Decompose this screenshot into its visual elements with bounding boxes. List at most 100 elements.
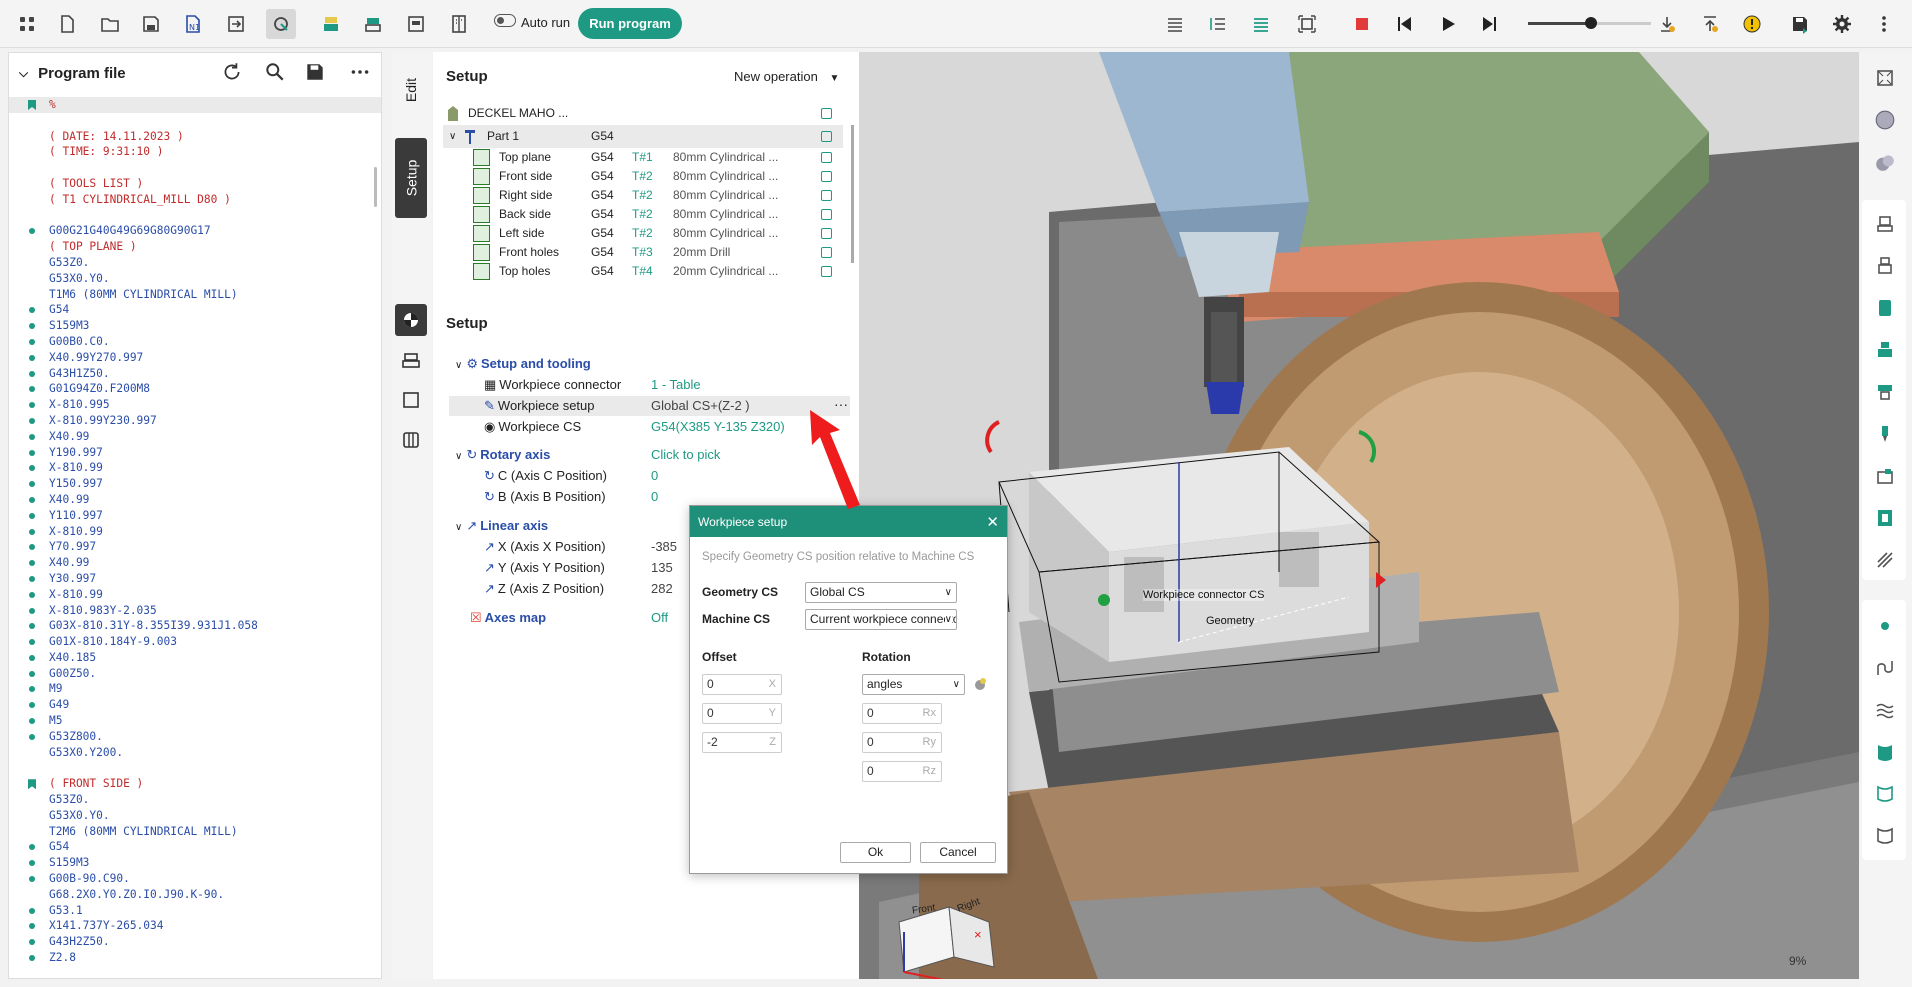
code-line[interactable]: G49 <box>9 697 381 713</box>
part-view-icon[interactable] <box>1869 334 1901 366</box>
rotation-mode-select[interactable]: angles ∨ <box>862 674 965 695</box>
code-line[interactable]: T1M6 (80MM CYLINDRICAL MILL) <box>9 287 381 303</box>
operation-row[interactable]: Left side G54 T#2 80mm Cylindrical ... <box>443 224 843 243</box>
z-axis-row[interactable]: ↗ Z (Axis Z Position) <box>484 579 604 599</box>
search-icon[interactable] <box>264 61 288 85</box>
code-line[interactable]: Y110.997 <box>9 508 381 524</box>
c-axis-row[interactable]: ↻ C (Axis C Position) <box>484 466 607 486</box>
code-line[interactable]: X-810.99 <box>9 524 381 540</box>
operation-visibility-checkbox[interactable] <box>821 266 832 277</box>
tool-view-icon[interactable] <box>1869 418 1901 450</box>
import-icon[interactable] <box>221 9 251 39</box>
operations-scrollbar[interactable] <box>851 125 854 263</box>
play-icon[interactable] <box>1433 9 1463 39</box>
code-line[interactable]: ( FRONT SIDE ) <box>9 776 381 792</box>
code-line[interactable]: G00B-90.C90. <box>9 871 381 887</box>
part-row[interactable]: ∨ Part 1 G54 <box>443 125 843 148</box>
workpiece-connector-value[interactable]: 1 - Table <box>651 375 701 395</box>
operation-visibility-checkbox[interactable] <box>821 171 832 182</box>
toolpath-mode-icon[interactable] <box>266 9 296 39</box>
offset-z-input[interactable]: -2 Z <box>702 732 782 753</box>
code-line[interactable]: G43H1Z50. <box>9 366 381 382</box>
code-line[interactable]: X-810.99 <box>9 460 381 476</box>
code-line[interactable]: ( DATE: 14.11.2023 ) <box>9 129 381 145</box>
view-fit-icon[interactable] <box>1869 62 1901 94</box>
workpiece-setup-row[interactable]: ✎ Workpiece setup <box>484 396 595 416</box>
step-forward-icon[interactable] <box>1474 9 1504 39</box>
c-axis-value[interactable]: 0 <box>651 466 658 486</box>
new-file-icon[interactable] <box>52 9 82 39</box>
simulation-icon[interactable] <box>401 9 431 39</box>
b-axis-value[interactable]: 0 <box>651 487 658 507</box>
setup-and-tooling-section[interactable]: ∨ ⚙ Setup and tooling <box>455 354 591 374</box>
code-line[interactable]: X40.99Y270.997 <box>9 350 381 366</box>
workpiece-cs-value[interactable]: G54(X385 Y-135 Z320) <box>651 417 785 437</box>
grid-menu-icon[interactable] <box>12 9 42 39</box>
ok-button[interactable]: Ok <box>840 842 911 863</box>
save-export-icon[interactable] <box>1785 9 1815 39</box>
operation-row[interactable]: Right side G54 T#2 80mm Cylindrical ... <box>443 186 843 205</box>
machine-visibility-checkbox[interactable] <box>821 108 832 119</box>
workpiece-setup-value[interactable]: Global CS+(Z-2 ) <box>651 396 750 416</box>
more-horizontal-icon[interactable] <box>349 61 373 85</box>
auto-run-toggle[interactable] <box>494 14 516 27</box>
code-line[interactable]: G53.1 <box>9 903 381 919</box>
chevron-down-icon[interactable]: ∨ <box>449 125 456 148</box>
code-line[interactable]: G53Z0. <box>9 792 381 808</box>
cancel-button[interactable]: Cancel <box>920 842 996 863</box>
nc-code-list[interactable]: % ( DATE: 14.11.2023 ) ( TIME: 9:31:10 ) ( … <box>9 97 381 977</box>
machine-icon[interactable] <box>316 9 346 39</box>
operation-row[interactable]: Front holes G54 T#3 20mm Drill <box>443 243 843 262</box>
new-operation-button[interactable]: New operation ▼ <box>734 69 839 84</box>
code-line[interactable]: G01G94Z0.F200M8 <box>9 381 381 397</box>
axes-map-row[interactable]: ☒ Axes map <box>470 608 546 628</box>
stop-icon[interactable] <box>1347 9 1377 39</box>
code-line[interactable] <box>9 113 381 129</box>
operation-row[interactable]: Top holes G54 T#4 20mm Cylindrical ... <box>443 262 843 281</box>
download-icon[interactable] <box>1652 9 1682 39</box>
code-line[interactable]: Y30.997 <box>9 571 381 587</box>
step-back-icon[interactable] <box>1390 9 1420 39</box>
code-line[interactable]: X-810.99Y230.997 <box>9 413 381 429</box>
code-line[interactable]: G54 <box>9 302 381 318</box>
code-line[interactable]: G43H2Z50. <box>9 934 381 950</box>
z-axis-value[interactable]: 282 <box>651 579 673 599</box>
operation-visibility-checkbox[interactable] <box>821 190 832 201</box>
code-line[interactable]: ( TOP PLANE ) <box>9 239 381 255</box>
save-icon[interactable] <box>136 9 166 39</box>
code-line[interactable]: G00Z50. <box>9 666 381 682</box>
code-line[interactable]: G53Z800. <box>9 729 381 745</box>
machine-row[interactable]: DECKEL MAHO ... <box>443 102 843 125</box>
fixture-view-icon[interactable] <box>1869 376 1901 408</box>
chevron-down-icon[interactable]: ⌵ <box>19 66 28 81</box>
fit-view-icon[interactable] <box>1292 9 1322 39</box>
stock-view-icon[interactable] <box>1869 292 1901 324</box>
code-line[interactable]: G03X-810.31Y-8.355I39.931J1.058 <box>9 618 381 634</box>
operation-visibility-checkbox[interactable] <box>821 209 832 220</box>
3d-viewport[interactable]: Workpiece connector CS Geometry Front Ri… <box>859 52 1859 979</box>
flag-dark-icon[interactable] <box>1869 820 1901 852</box>
operation-visibility-checkbox[interactable] <box>821 228 832 239</box>
code-line[interactable]: G53X0.Y0. <box>9 271 381 287</box>
cs-view-icon[interactable] <box>1869 502 1901 534</box>
pick-rotation-icon[interactable] <box>972 676 988 692</box>
code-line[interactable]: G54 <box>9 839 381 855</box>
operation-visibility-checkbox[interactable] <box>821 247 832 258</box>
code-line[interactable]: Z2.8 <box>9 950 381 966</box>
speed-slider-knob[interactable] <box>1585 17 1597 29</box>
hatch-view-icon[interactable] <box>1869 544 1901 576</box>
flag-outline-icon[interactable] <box>1869 778 1901 810</box>
coordinate-system-icon[interactable] <box>395 304 427 336</box>
code-line[interactable]: G53Z0. <box>9 255 381 271</box>
code-line[interactable]: Y150.997 <box>9 476 381 492</box>
rotary-click-to-pick[interactable]: Click to pick <box>651 445 720 465</box>
open-folder-icon[interactable] <box>95 9 125 39</box>
code-scrollbar[interactable] <box>374 167 377 207</box>
upload-icon[interactable] <box>1695 9 1725 39</box>
code-line[interactable]: X40.99 <box>9 492 381 508</box>
list-view-icon[interactable] <box>1160 9 1190 39</box>
code-line[interactable]: X40.99 <box>9 555 381 571</box>
report-icon[interactable] <box>444 9 474 39</box>
vise-icon[interactable] <box>395 344 427 376</box>
code-line[interactable]: Y190.997 <box>9 445 381 461</box>
